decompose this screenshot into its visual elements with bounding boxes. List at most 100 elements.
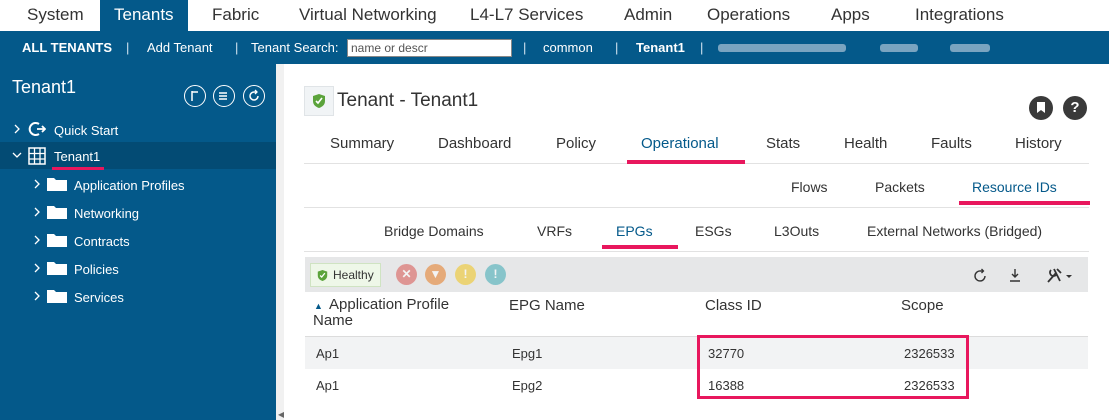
cell-epg-name: Epg1	[512, 346, 543, 361]
tab-policy[interactable]: Policy	[556, 135, 596, 152]
tab-summary[interactable]: Summary	[330, 135, 394, 152]
chevron-right-icon[interactable]	[32, 177, 42, 191]
refresh-icon[interactable]	[973, 268, 988, 283]
sidebar-item-networking[interactable]: Networking	[0, 199, 276, 226]
health-label: Healthy	[333, 268, 374, 282]
tenant-shield-badge	[304, 86, 334, 116]
tab-dashboard[interactable]: Dashboard	[438, 135, 511, 152]
tab-health[interactable]: Health	[844, 135, 887, 152]
page-title: Tenant - Tenant1	[337, 90, 479, 111]
chevron-right-icon[interactable]	[32, 205, 42, 219]
cell-application-profile: Ap1	[316, 346, 340, 361]
chevron-right-icon[interactable]	[32, 261, 42, 275]
main-panel: Tenant - Tenant1 ? Summary Dashboard Pol…	[284, 64, 1109, 420]
redacted-tenant-link[interactable]	[950, 44, 990, 52]
nav-tab-integrations[interactable]: Integrations	[915, 0, 1004, 31]
tab-history[interactable]: History	[1015, 135, 1062, 152]
nav-tab-virtual-networking[interactable]: Virtual Networking	[299, 0, 437, 31]
tab-faults[interactable]: Faults	[931, 135, 972, 152]
chevron-right-icon[interactable]	[32, 289, 42, 303]
top-nav: System Tenants Fabric Virtual Networking…	[0, 0, 1109, 31]
sidebar-item-label: Quick Start	[54, 123, 119, 138]
tab-l3outs[interactable]: L3Outs	[774, 223, 819, 239]
separator: |	[615, 40, 619, 55]
sidebar-scrollbar[interactable]	[276, 64, 284, 420]
all-tenants-link[interactable]: ALL TENANTS	[22, 31, 112, 64]
active-subsubtab-underline	[602, 245, 678, 249]
sidebar: Tenant1 Quick Start Tenant1 Application …	[0, 64, 276, 420]
nav-tab-system[interactable]: System	[27, 0, 84, 31]
selection-underline	[52, 167, 104, 170]
bookmark-icon	[1037, 102, 1045, 113]
sidebar-item-label: Application Profiles	[74, 178, 185, 193]
resource-id-tabs: Bridge Domains VRFs EPGs ESGs L3Outs Ext…	[304, 208, 1089, 252]
nav-tab-fabric[interactable]: Fabric	[212, 0, 259, 31]
major-fault-icon[interactable]: ▼	[425, 264, 446, 285]
redacted-tenant-link[interactable]	[718, 44, 846, 52]
add-tenant-link[interactable]: Add Tenant	[147, 31, 213, 64]
shield-check-icon	[313, 94, 325, 108]
critical-fault-icon[interactable]: ✕	[396, 264, 417, 285]
table-header: ▲ Application Profile Name EPG Name Clas…	[305, 292, 1088, 337]
tab-vrfs[interactable]: VRFs	[537, 223, 572, 239]
warning-fault-icon[interactable]: !	[485, 264, 506, 285]
tab-operational[interactable]: Operational	[641, 135, 719, 152]
tenant-link-tenant1[interactable]: Tenant1	[636, 31, 685, 64]
subtab-packets[interactable]: Packets	[875, 179, 925, 195]
chevron-right-icon[interactable]	[32, 233, 42, 247]
sidebar-item-application-profiles[interactable]: Application Profiles	[0, 171, 276, 198]
sidebar-title: Tenant1	[12, 77, 77, 97]
sidebar-item-label: Tenant1	[54, 149, 101, 164]
nav-tab-l4-l7-services[interactable]: L4-L7 Services	[470, 0, 583, 31]
cell-epg-name: Epg2	[512, 378, 543, 393]
help-button[interactable]: ?	[1063, 96, 1087, 120]
active-subtab-underline	[959, 201, 1090, 205]
main-tabs: Summary Dashboard Policy Operational Sta…	[304, 126, 1089, 164]
tab-esgs[interactable]: ESGs	[695, 223, 732, 239]
chevron-down-icon[interactable]	[12, 148, 22, 162]
table-toolbar: Healthy ✕ ▼ ! !	[305, 257, 1088, 292]
list-view-button[interactable]	[213, 85, 235, 107]
subtab-flows[interactable]: Flows	[791, 179, 828, 195]
nav-tab-operations[interactable]: Operations	[707, 0, 790, 31]
refresh-tree-button[interactable]	[243, 85, 265, 107]
tenant-search-input[interactable]	[347, 39, 512, 57]
sidebar-item-label: Contracts	[74, 234, 130, 249]
bookmark-button[interactable]	[1029, 96, 1053, 120]
column-header-scope[interactable]: Scope	[901, 297, 944, 314]
column-header-epg-name[interactable]: EPG Name	[509, 297, 585, 314]
shield-check-icon	[317, 270, 328, 281]
refresh-icon	[249, 89, 259, 101]
nav-tab-apps[interactable]: Apps	[831, 0, 870, 31]
health-status-badge: Healthy	[310, 263, 381, 287]
tab-bridge-domains[interactable]: Bridge Domains	[384, 223, 484, 239]
sidebar-item-quick-start[interactable]: Quick Start	[0, 116, 276, 143]
cell-application-profile: Ap1	[316, 378, 340, 393]
minor-fault-icon[interactable]: !	[455, 264, 476, 285]
tab-external-networks-bridged[interactable]: External Networks (Bridged)	[867, 223, 1042, 239]
sidebar-item-services[interactable]: Services	[0, 283, 276, 310]
sidebar-item-tenant1[interactable]: Tenant1	[0, 142, 276, 169]
tenant-link-common[interactable]: common	[543, 31, 593, 64]
folder-icon	[47, 290, 67, 303]
sidebar-item-contracts[interactable]: Contracts	[0, 227, 276, 254]
chevron-right-icon[interactable]	[12, 122, 22, 136]
tenant-subnav: ALL TENANTS | Add Tenant | Tenant Search…	[0, 31, 1109, 64]
column-header-application-profile[interactable]: Application Profile Name	[313, 297, 473, 329]
tools-dropdown-icon[interactable]	[1046, 267, 1074, 284]
separator: |	[700, 40, 704, 55]
redacted-tenant-link[interactable]	[880, 44, 918, 52]
highlight-box	[697, 335, 969, 399]
download-icon[interactable]	[1008, 268, 1022, 283]
column-header-class-id[interactable]: Class ID	[705, 297, 762, 314]
folder-icon	[47, 178, 67, 191]
nav-tab-tenants[interactable]: Tenants	[100, 0, 188, 31]
tab-stats[interactable]: Stats	[766, 135, 800, 152]
separator: |	[523, 40, 527, 55]
sidebar-item-policies[interactable]: Policies	[0, 255, 276, 282]
subtab-resource-ids[interactable]: Resource IDs	[972, 179, 1057, 195]
collapse-tree-button[interactable]	[184, 85, 206, 107]
tab-epgs[interactable]: EPGs	[616, 223, 653, 239]
nav-tab-admin[interactable]: Admin	[624, 0, 672, 31]
sidebar-item-label: Services	[74, 290, 124, 305]
